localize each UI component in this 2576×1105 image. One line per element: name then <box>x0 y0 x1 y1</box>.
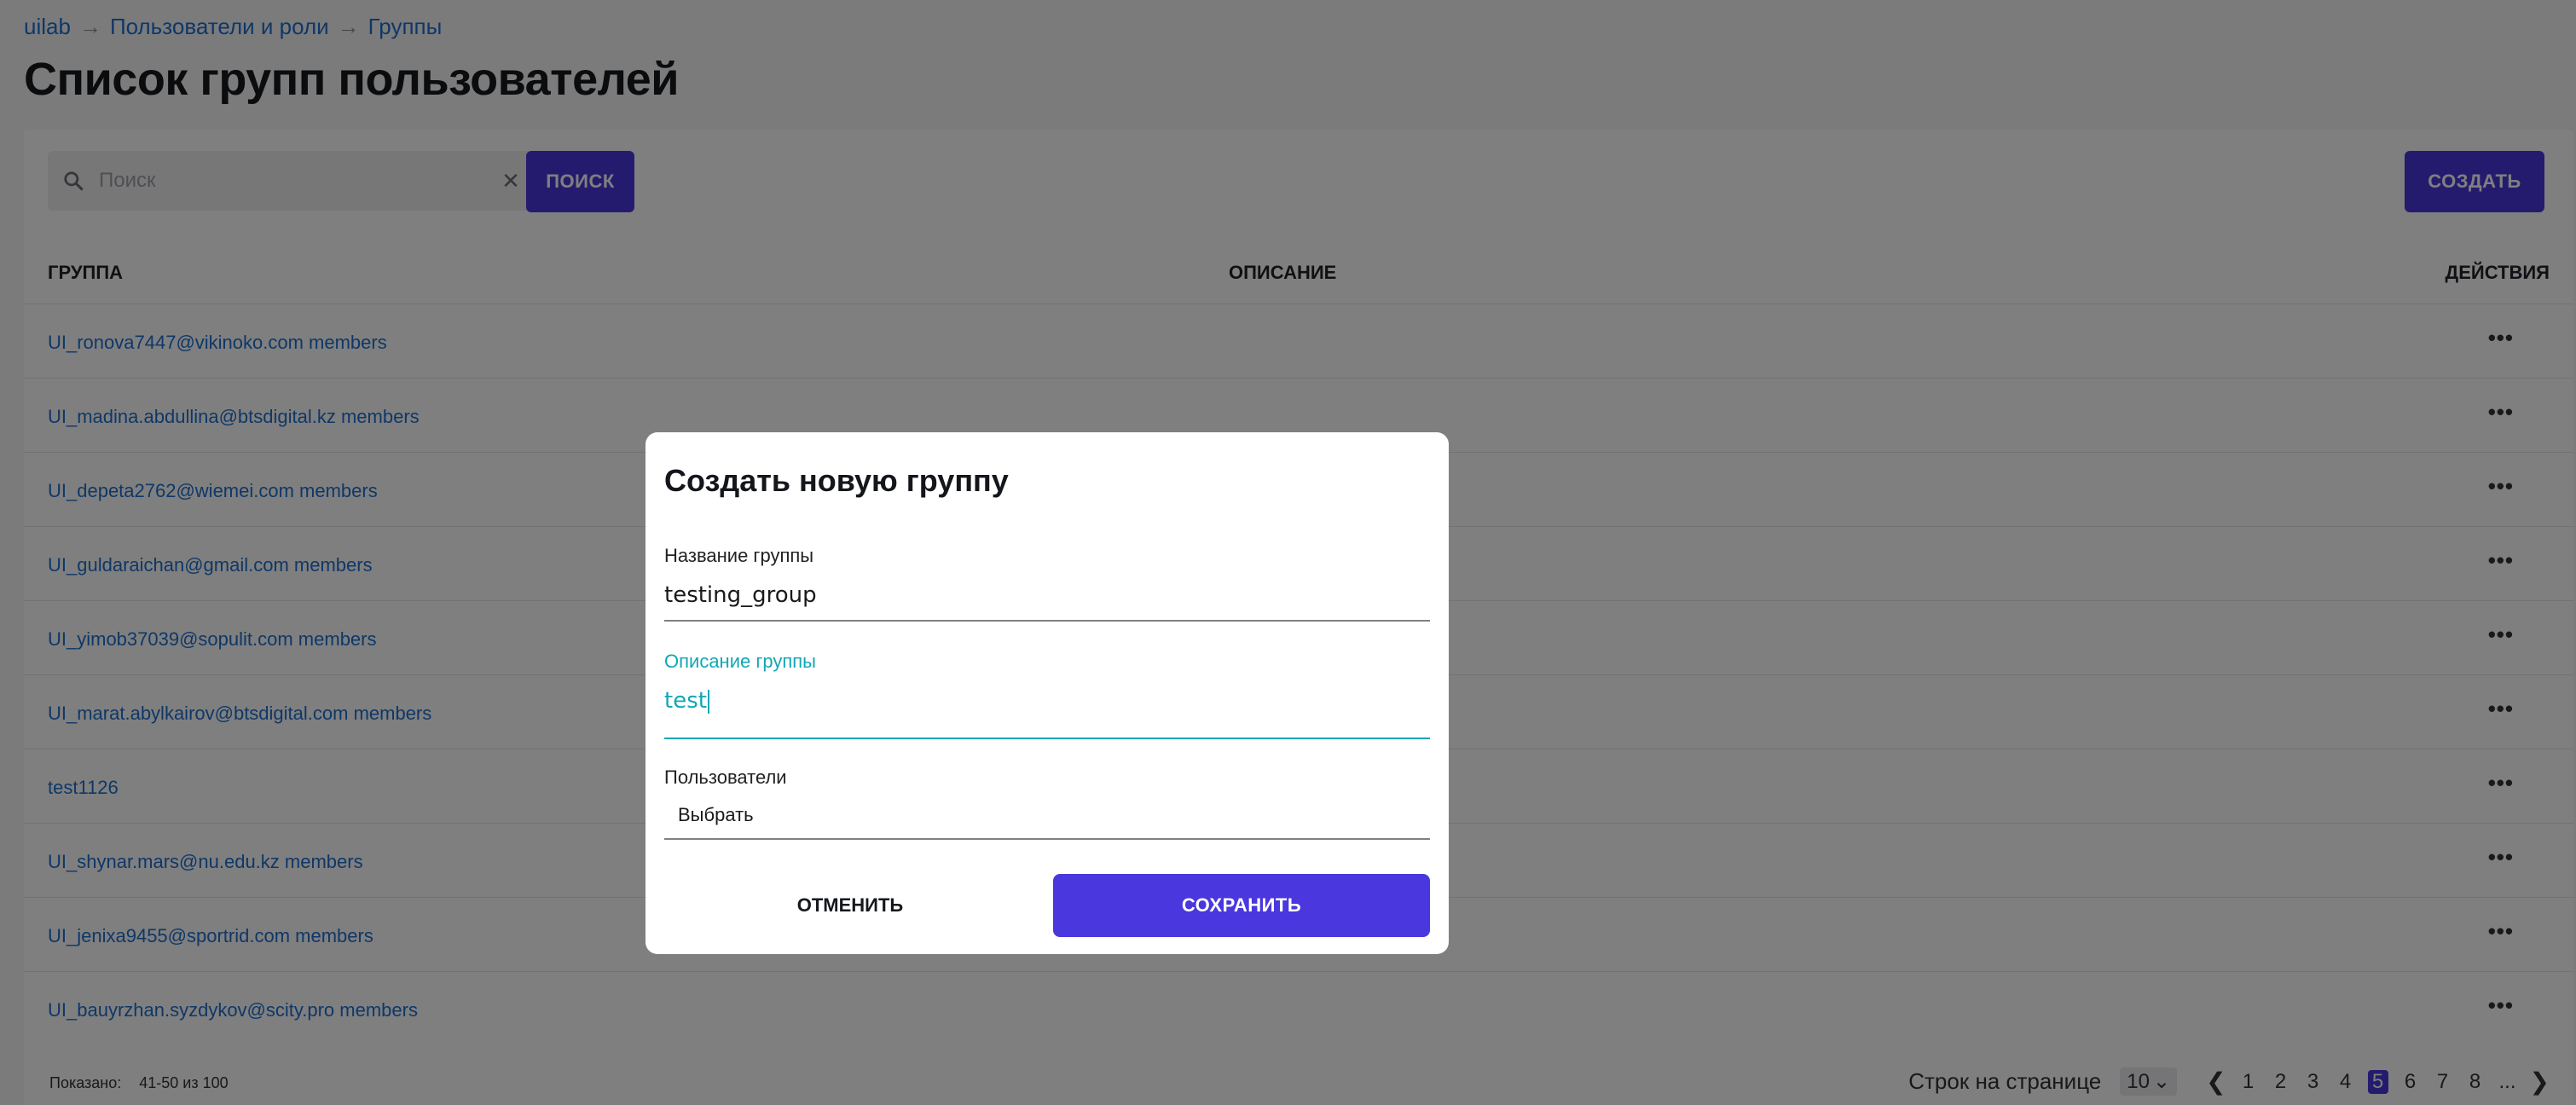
save-button[interactable]: СОХРАНИТЬ <box>1053 874 1430 937</box>
text-caret <box>707 689 709 714</box>
group-name-input[interactable]: testing_group <box>664 582 1430 622</box>
users-field[interactable]: Пользователи Выбрать <box>664 767 1430 840</box>
group-name-field[interactable]: Название группы testing_group <box>664 545 1430 622</box>
cancel-button[interactable]: ОТМЕНИТЬ <box>664 874 1036 937</box>
create-group-dialog: Создать новую группу Название группы tes… <box>645 432 1449 954</box>
users-select[interactable]: Выбрать <box>664 804 1430 840</box>
users-label: Пользователи <box>664 767 787 788</box>
group-description-input[interactable]: test <box>664 688 1430 739</box>
group-description-field[interactable]: Описание группы test <box>664 651 1430 739</box>
group-description-label: Описание группы <box>664 651 816 672</box>
group-description-value: test <box>664 688 707 714</box>
group-name-label: Название группы <box>664 545 814 566</box>
dialog-title: Создать новую группу <box>664 463 1009 498</box>
